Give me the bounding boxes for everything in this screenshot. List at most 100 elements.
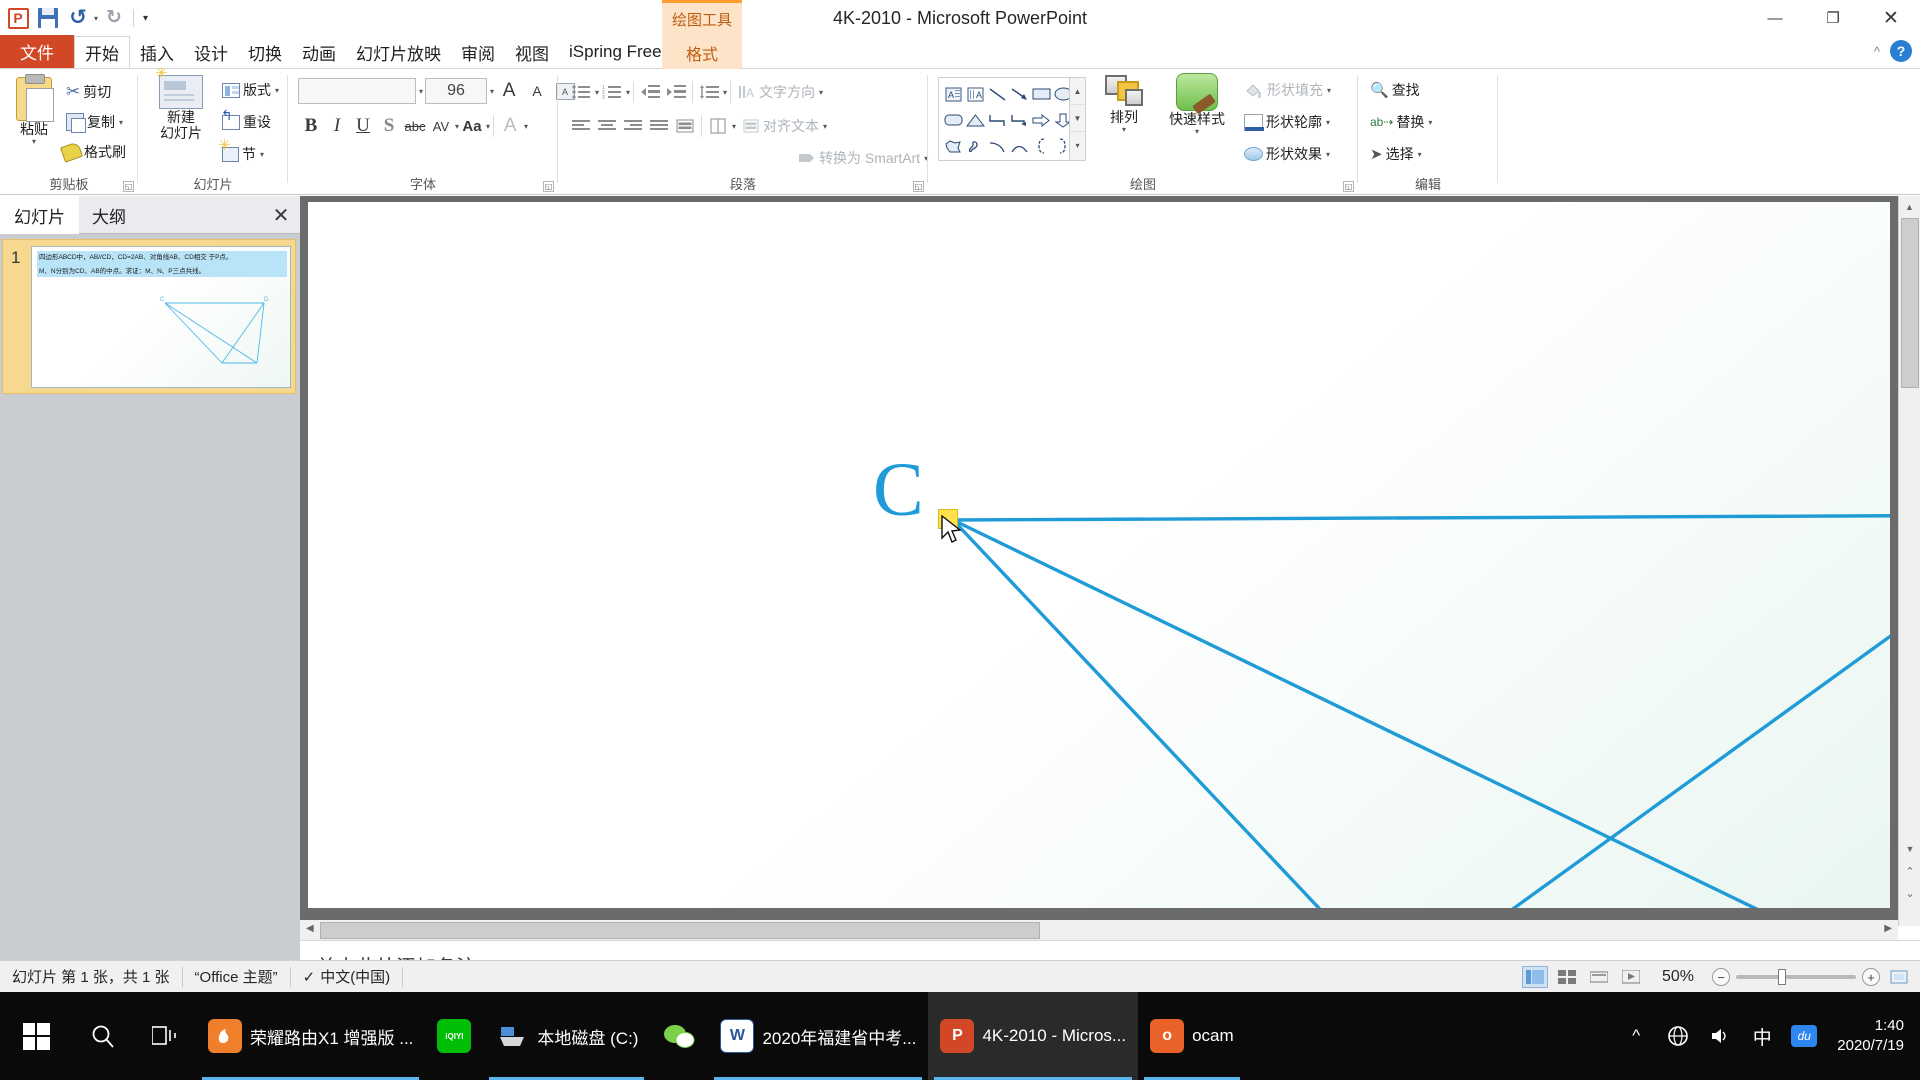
tab-format[interactable]: 格式 [662, 36, 742, 69]
change-case-button[interactable]: Aa [459, 113, 485, 139]
scroll-thumb[interactable] [1901, 218, 1919, 388]
shape-outline-dropdown-icon[interactable]: ▾ [1326, 118, 1330, 127]
new-slide-button[interactable]: ✳ 新建 幻灯片 [148, 66, 214, 141]
clock[interactable]: 1:40 2020/7/19 [1827, 1016, 1914, 1056]
shape-fill-button[interactable]: 形状填充 ▾ [1244, 75, 1331, 105]
shape-triangle-icon[interactable] [964, 107, 986, 133]
search-icon[interactable] [72, 992, 134, 1080]
paragraph-dialog-launcher[interactable]: ◱ [913, 181, 924, 192]
select-dropdown-icon[interactable]: ▾ [1418, 150, 1422, 159]
normal-view-icon[interactable] [1521, 966, 1548, 988]
shape-rectangle-icon[interactable] [1030, 81, 1052, 107]
taskbar-app-wechat[interactable] [650, 992, 708, 1080]
start-button[interactable] [0, 992, 72, 1080]
shape-arc-icon[interactable] [1008, 133, 1030, 159]
slide-thumbnail[interactable]: 四边形ABCD中，AB//CD，CD=2AB、对角线AB、CD相交 于P点。 M… [31, 246, 291, 388]
minimize-button[interactable]: — [1746, 0, 1804, 36]
shape-curve-icon[interactable] [986, 133, 1008, 159]
shape-effects-button[interactable]: 形状效果 ▾ [1244, 139, 1330, 169]
font-family-dropdown-icon[interactable]: ▾ [419, 87, 423, 96]
layout-dropdown-icon[interactable]: ▾ [275, 86, 279, 95]
copy-dropdown-icon[interactable]: ▾ [119, 118, 123, 127]
text-direction-dropdown-icon[interactable]: ▾ [819, 88, 823, 97]
scroll-left-icon[interactable]: ◀ [306, 923, 314, 934]
underline-button[interactable]: U [350, 113, 376, 139]
layout-button[interactable]: 版式 ▾ [222, 75, 279, 105]
numbering-dropdown-icon[interactable]: ▾ [626, 88, 630, 97]
slideshow-icon[interactable] [1618, 966, 1644, 988]
bullets-icon[interactable] [568, 79, 594, 105]
arrange-dropdown-icon[interactable]: ▾ [1122, 125, 1126, 134]
slide-count-status[interactable]: 幻灯片 第 1 张，共 1 张 [0, 966, 182, 988]
shape-scribble-icon[interactable] [964, 133, 986, 159]
undo-dropdown-icon[interactable]: ▾ [94, 14, 98, 23]
collapse-ribbon-icon[interactable]: ^ [1874, 44, 1880, 59]
grow-font-button[interactable]: A [496, 78, 522, 104]
font-size-dropdown-icon[interactable]: ▾ [490, 87, 494, 96]
tab-transitions[interactable]: 切换 [238, 36, 292, 68]
zoom-slider-thumb[interactable] [1778, 969, 1786, 985]
task-view-icon[interactable] [134, 992, 196, 1080]
paste-button[interactable]: 粘贴 ▾ [8, 74, 60, 146]
tab-slides-thumbnails[interactable]: 幻灯片 [0, 196, 79, 234]
shapes-gallery[interactable]: A A ▲ ▼ ▾ [938, 77, 1086, 161]
shape-effects-dropdown-icon[interactable]: ▾ [1326, 150, 1330, 159]
character-spacing-button[interactable]: AV [428, 113, 454, 139]
network-icon[interactable] [1659, 992, 1697, 1080]
fit-slide-to-window-icon[interactable] [1886, 966, 1912, 988]
shape-outline-button[interactable]: 形状轮廓 ▾ [1244, 107, 1330, 137]
taskbar-app-iqiyi[interactable]: iQIYI [425, 992, 483, 1080]
format-painter-button[interactable]: 格式刷 [59, 137, 126, 167]
shape-elbow-connector-icon[interactable] [986, 107, 1008, 133]
tab-slideshow[interactable]: 幻灯片放映 [346, 36, 451, 68]
taskbar-app-local-disk[interactable]: 本地磁盘 (C:) [483, 992, 650, 1080]
copy-button[interactable]: 复制 ▾ [66, 107, 123, 137]
tab-ispring-free[interactable]: iSpring Free [559, 36, 672, 68]
scroll-right-icon[interactable]: ▶ [1884, 923, 1892, 934]
shape-line-icon[interactable] [986, 81, 1008, 107]
align-text-button[interactable]: 对齐文本 ▾ [742, 111, 827, 141]
text-direction-button[interactable]: A 文字方向 ▾ [738, 77, 823, 107]
convert-smartart-button[interactable]: 转换为 SmartArt ▾ [798, 143, 928, 173]
drawing-dialog-launcher[interactable]: ◱ [1343, 181, 1354, 192]
quick-styles-button[interactable]: 快速样式 ▾ [1158, 73, 1236, 136]
find-button[interactable]: 🔍 查找 [1370, 75, 1420, 105]
shapes-scrollbar[interactable]: ▲ ▼ ▾ [1069, 78, 1085, 160]
font-color-button[interactable]: A [497, 113, 523, 139]
clipboard-dialog-launcher[interactable]: ◱ [123, 181, 134, 192]
close-pane-icon[interactable]: ✕ [268, 202, 294, 228]
align-left-icon[interactable] [568, 113, 594, 139]
shape-left-brace-icon[interactable] [1030, 133, 1052, 159]
scroll-up-icon[interactable]: ▲ [1899, 196, 1920, 218]
tray-chevron-icon[interactable]: ^ [1617, 992, 1655, 1080]
shape-rounded-rectangle-icon[interactable] [942, 107, 964, 133]
zoom-value[interactable]: 50% [1650, 966, 1706, 988]
justify-icon[interactable] [646, 113, 672, 139]
shape-elbow-arrow-icon[interactable] [1008, 107, 1030, 133]
shrink-font-button[interactable]: A [524, 78, 550, 104]
next-slide-icon[interactable]: ⌄ [1899, 882, 1920, 904]
close-button[interactable]: ✕ [1862, 0, 1920, 36]
theme-status[interactable]: “Office 主题” [183, 966, 290, 988]
slide-thumbnail-item[interactable]: 1 四边形ABCD中，AB//CD，CD=2AB、对角线AB、CD相交 于P点。… [2, 239, 296, 394]
italic-button[interactable]: I [324, 113, 350, 139]
reset-button[interactable]: 重设 [221, 107, 271, 137]
tab-home[interactable]: 开始 [74, 36, 130, 68]
align-text-dropdown-icon[interactable]: ▾ [823, 122, 827, 131]
line-spacing-dropdown-icon[interactable]: ▾ [723, 88, 727, 97]
undo-icon[interactable]: ↺ [64, 4, 92, 32]
powerpoint-logo-icon[interactable]: P [4, 4, 32, 32]
cut-button[interactable]: ✂ 剪切 [66, 77, 111, 107]
baidu-ime-icon[interactable]: du [1785, 992, 1823, 1080]
save-icon[interactable] [34, 4, 62, 32]
change-case-dropdown-icon[interactable]: ▾ [486, 122, 490, 131]
taskbar-app-powerpoint[interactable]: P 4K-2010 - Micros... [928, 992, 1139, 1080]
shape-right-arrow-icon[interactable] [1030, 107, 1052, 133]
arrange-button[interactable]: 排列 ▾ [1096, 75, 1152, 134]
shape-arrow-icon[interactable] [1008, 81, 1030, 107]
select-button[interactable]: ➤ 选择 ▾ [1370, 139, 1422, 169]
horizontal-scrollbar[interactable]: ◀ ▶ [300, 920, 1898, 942]
replace-dropdown-icon[interactable]: ▾ [1428, 118, 1432, 127]
tab-animations[interactable]: 动画 [292, 36, 346, 68]
shapes-more-icon[interactable]: ▾ [1070, 132, 1085, 159]
